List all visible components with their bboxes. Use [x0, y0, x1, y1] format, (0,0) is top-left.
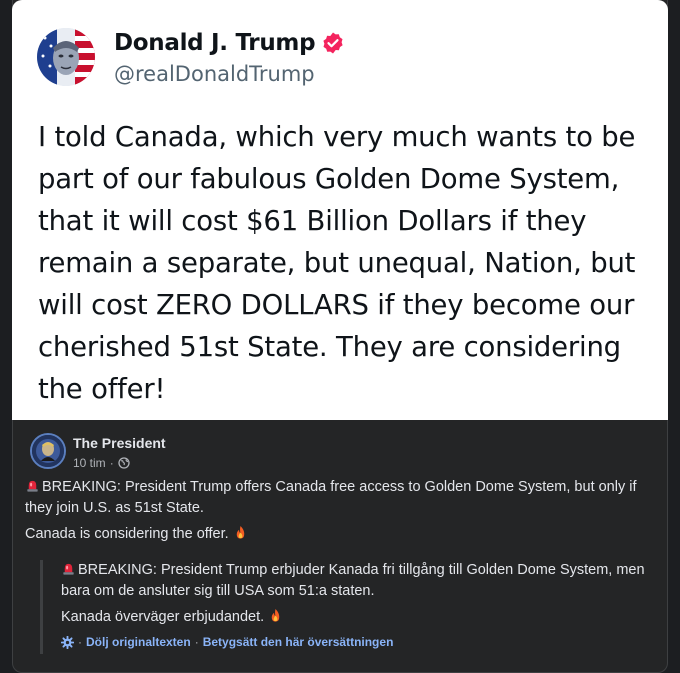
verified-badge-icon: [321, 31, 345, 55]
embedded-tweet-image[interactable]: Donald J. Trump @realDonaldTrump I told …: [12, 0, 668, 420]
page-name[interactable]: The President: [73, 435, 166, 451]
translation-paragraph-2: Kanada överväger erbjudandet.: [61, 608, 651, 629]
globe-icon: [118, 457, 130, 469]
post-meta: 10 tim ·: [73, 456, 130, 470]
post-paragraph-2: Canada is considering the offer.: [25, 525, 655, 546]
translation-separator: ·: [78, 635, 82, 649]
tweet-avatar: [37, 28, 95, 86]
tweet-author-handle: @realDonaldTrump: [114, 62, 315, 86]
translation-paragraph-1-text: BREAKING: President Trump erbjuder Kanad…: [61, 562, 645, 599]
translation-paragraph-1: BREAKING: President Trump erbjuder Kanad…: [61, 561, 651, 601]
post-time[interactable]: 10 tim: [73, 456, 106, 470]
post-paragraph-2-text: Canada is considering the offer.: [25, 526, 229, 542]
translation-paragraph-2-text: Kanada överväger erbjudandet.: [61, 609, 265, 625]
meta-separator: ·: [109, 456, 114, 470]
tweet-author-name: Donald J. Trump: [114, 30, 345, 56]
fire-icon: [233, 525, 248, 546]
translation-gear-icon[interactable]: [60, 635, 75, 649]
tweet-text: I told Canada, which very much wants to …: [38, 121, 636, 405]
siren-icon: [25, 478, 40, 499]
translation-separator: ·: [194, 635, 199, 649]
tweet-author-name-text: Donald J. Trump: [114, 30, 316, 56]
rate-translation-link[interactable]: Betygsätt den här översättningen: [203, 635, 394, 649]
hide-original-link[interactable]: Dölj originaltexten: [86, 635, 191, 649]
page-avatar[interactable]: [30, 433, 66, 469]
translation-block: BREAKING: President Trump erbjuder Kanad…: [40, 560, 650, 654]
fire-icon: [268, 608, 283, 629]
post-paragraph-1-text: BREAKING: President Trump offers Canada …: [25, 479, 637, 516]
siren-icon: [61, 561, 76, 582]
translation-links: · Dölj originaltexten · Betygsätt den hä…: [60, 635, 394, 649]
post-paragraph-1: BREAKING: President Trump offers Canada …: [25, 478, 655, 518]
